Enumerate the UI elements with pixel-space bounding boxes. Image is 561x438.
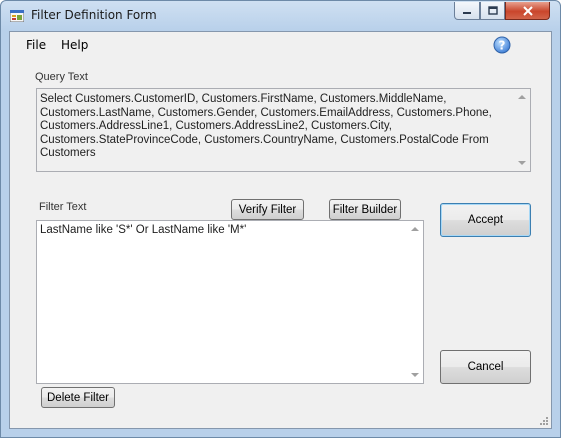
help-icon[interactable]: ? <box>493 36 511 54</box>
title-bar[interactable]: Filter Definition Form <box>1 1 560 31</box>
query-text-label: Query Text <box>35 71 88 83</box>
filter-text-content: LastName like 'S*' Or LastName like 'M*' <box>40 224 247 236</box>
menu-bar: File Help ? <box>10 32 551 58</box>
query-text-box[interactable]: Select Customers.CustomerID, Customers.F… <box>36 88 531 172</box>
maximize-icon <box>487 6 498 15</box>
scroll-up-arrow-icon[interactable] <box>411 227 419 231</box>
filter-text-box[interactable]: LastName like 'S*' Or LastName like 'M*' <box>36 220 424 384</box>
scroll-down-arrow-icon[interactable] <box>411 373 419 377</box>
maximize-button[interactable] <box>480 2 505 20</box>
minimize-icon <box>463 11 471 14</box>
scroll-down-arrow-icon[interactable] <box>518 161 526 165</box>
query-scrollbar[interactable] <box>514 89 530 171</box>
query-text-content: Select Customers.CustomerID, Customers.F… <box>40 93 492 159</box>
close-button[interactable] <box>505 2 550 20</box>
svg-text:?: ? <box>499 39 506 53</box>
cancel-button[interactable]: Cancel <box>440 350 531 384</box>
minimize-button[interactable] <box>454 2 480 20</box>
verify-filter-button[interactable]: Verify Filter <box>231 199 304 220</box>
delete-filter-button[interactable]: Delete Filter <box>41 387 115 408</box>
filter-text-label: Filter Text <box>39 201 87 213</box>
window-title: Filter Definition Form <box>31 8 157 22</box>
filter-builder-button[interactable]: Filter Builder <box>329 199 401 220</box>
app-form-icon <box>10 10 24 22</box>
resize-grip-icon[interactable] <box>539 416 549 426</box>
filter-scrollbar[interactable] <box>407 221 423 383</box>
filter-definition-window: Filter Definition Form File Help ? Query… <box>0 0 561 438</box>
menu-file[interactable]: File <box>26 38 46 52</box>
scroll-up-arrow-icon[interactable] <box>518 95 526 99</box>
close-icon <box>522 5 533 16</box>
menu-help[interactable]: Help <box>61 38 88 52</box>
accept-button[interactable]: Accept <box>440 203 531 237</box>
form-client-area: File Help ? Query Text Select Customers.… <box>9 31 552 429</box>
